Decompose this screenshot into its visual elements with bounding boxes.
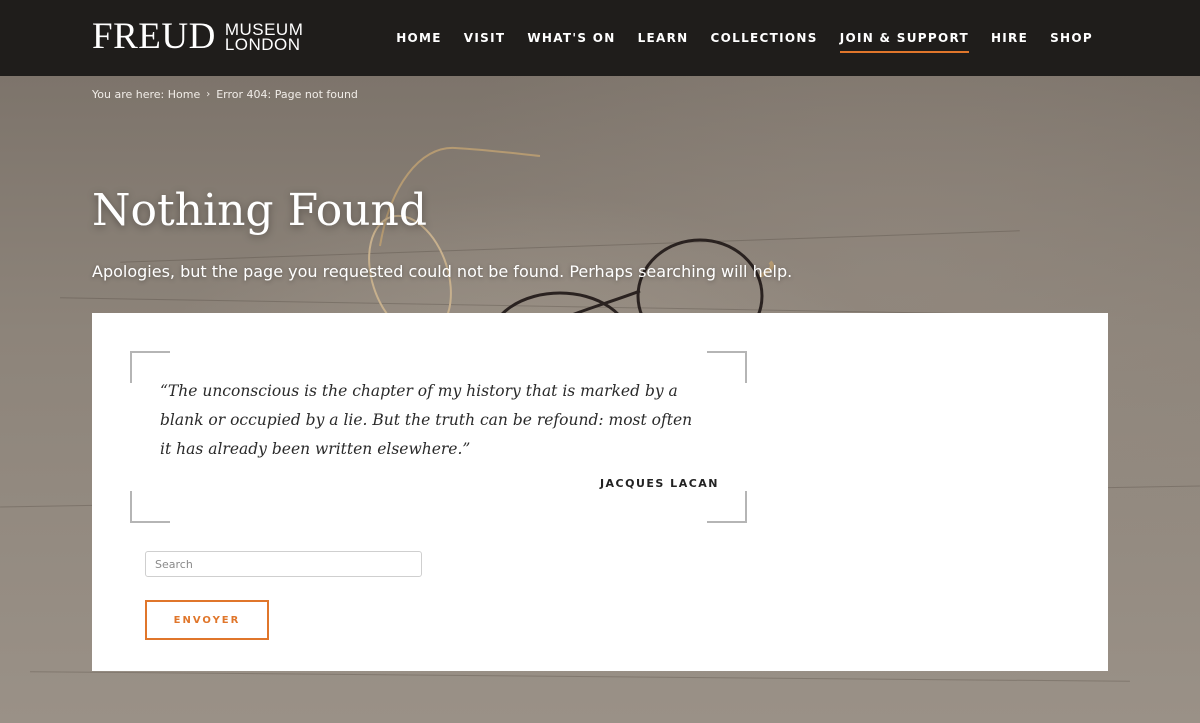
breadcrumb-home-link[interactable]: Home <box>168 88 200 101</box>
content-panel: “The unconscious is the chapter of my hi… <box>92 313 1108 671</box>
nav-item-home[interactable]: HOME <box>396 23 442 53</box>
chevron-right-icon: › <box>206 89 211 100</box>
nav-item-visit[interactable]: VISIT <box>464 23 506 53</box>
logo-subtitle: MUSEUM LONDON <box>224 21 304 54</box>
site-logo[interactable]: FREUD MUSEUM LONDON <box>92 17 303 57</box>
quote-corner-bottom-right <box>707 491 747 523</box>
nav-item-shop[interactable]: SHOP <box>1050 23 1093 53</box>
quote-block: “The unconscious is the chapter of my hi… <box>130 351 747 523</box>
breadcrumb-current: Error 404: Page not found <box>216 88 358 101</box>
breadcrumb-prefix: You are here: <box>92 88 165 101</box>
nav-item-learn[interactable]: LEARN <box>638 23 689 53</box>
logo-london: LONDON <box>224 35 301 54</box>
page-message: Apologies, but the page you requested co… <box>92 262 793 281</box>
nav-item-hire[interactable]: HIRE <box>991 23 1028 53</box>
search-submit-button[interactable]: ENVOYER <box>145 600 269 640</box>
breadcrumb: You are here: Home › Error 404: Page not… <box>92 88 358 101</box>
quote-author: JACQUES LACAN <box>599 477 719 490</box>
nav-item-whats-on[interactable]: WHAT'S ON <box>527 23 615 53</box>
quote-corner-bottom-left <box>130 491 170 523</box>
nav-item-join-support[interactable]: JOIN & SUPPORT <box>839 23 970 53</box>
site-header: FREUD MUSEUM LONDON HOME VISIT WHAT'S ON… <box>0 0 1200 76</box>
search-input[interactable] <box>145 551 422 577</box>
quote-corner-top-right <box>707 351 747 383</box>
main-nav: HOME VISIT WHAT'S ON LEARN COLLECTIONS J… <box>374 0 1093 76</box>
page-title: Nothing Found <box>92 185 428 236</box>
nav-item-collections[interactable]: COLLECTIONS <box>711 23 818 53</box>
logo-wordmark: FREUD <box>92 16 216 57</box>
quote-text: “The unconscious is the chapter of my hi… <box>160 382 693 458</box>
